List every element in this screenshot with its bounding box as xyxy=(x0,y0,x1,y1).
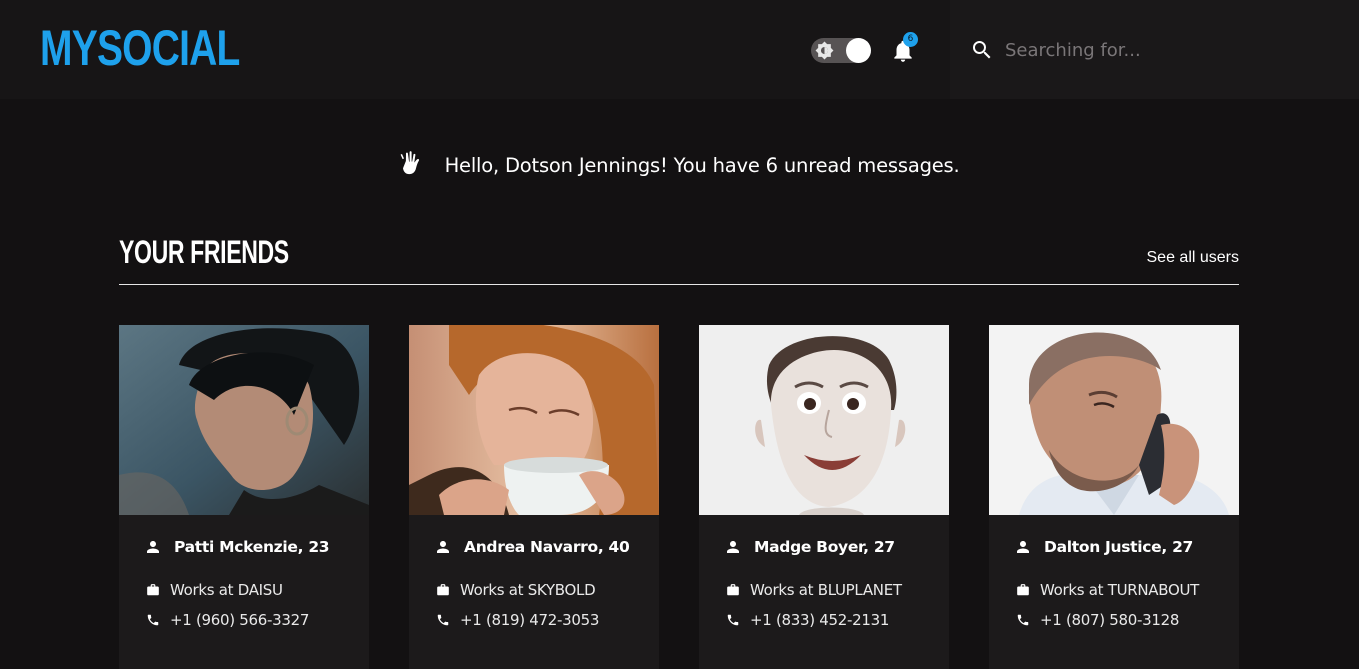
person-icon xyxy=(724,538,742,556)
friend-card[interactable]: Dalton Justice, 27 Works at TURNABOUT +1… xyxy=(989,325,1239,669)
section-divider xyxy=(119,284,1239,285)
top-header: MYSOCIAL 6 xyxy=(0,0,1359,99)
briefcase-icon xyxy=(1014,581,1032,599)
theme-toggle[interactable] xyxy=(811,38,871,63)
friend-name: Madge Boyer, 27 xyxy=(754,538,895,556)
friend-phone[interactable]: +1 (960) 566-3327 xyxy=(170,611,309,629)
friend-name: Dalton Justice, 27 xyxy=(1044,538,1194,556)
wave-hand-icon xyxy=(399,150,425,180)
friend-workplace: Works at TURNABOUT xyxy=(1040,581,1200,599)
friend-workplace: Works at BLUPLANET xyxy=(750,581,902,599)
notifications-button[interactable]: 6 xyxy=(890,32,918,64)
friend-phone[interactable]: +1 (833) 452-2131 xyxy=(750,611,889,629)
friend-photo xyxy=(699,325,949,515)
phone-icon xyxy=(1014,611,1032,629)
friend-phone[interactable]: +1 (819) 472-3053 xyxy=(460,611,599,629)
friend-photo xyxy=(409,325,659,515)
greeting-text: Hello, Dotson Jennings! You have 6 unrea… xyxy=(444,153,960,177)
app-logo[interactable]: MYSOCIAL xyxy=(40,20,240,76)
sun-icon xyxy=(815,41,834,60)
friend-card[interactable]: Madge Boyer, 27 Works at BLUPLANET +1 (8… xyxy=(699,325,949,669)
friend-card[interactable]: Patti Mckenzie, 23 Works at DAISU +1 (96… xyxy=(119,325,369,669)
greeting-banner: Hello, Dotson Jennings! You have 6 unrea… xyxy=(0,150,1359,186)
search-bar xyxy=(950,0,1359,99)
friend-name: Patti Mckenzie, 23 xyxy=(174,538,330,556)
friend-card[interactable]: Andrea Navarro, 40 Works at SKYBOLD +1 (… xyxy=(409,325,659,669)
friend-workplace: Works at DAISU xyxy=(170,581,283,599)
see-all-users-link[interactable]: See all users xyxy=(1147,249,1240,267)
friend-photo xyxy=(119,325,369,515)
briefcase-icon xyxy=(724,581,742,599)
person-icon xyxy=(434,538,452,556)
notification-badge: 6 xyxy=(903,32,918,47)
person-icon xyxy=(1014,538,1032,556)
briefcase-icon xyxy=(144,581,162,599)
briefcase-icon xyxy=(434,581,452,599)
friend-name: Andrea Navarro, 40 xyxy=(464,538,630,556)
toggle-knob xyxy=(846,38,871,63)
phone-icon xyxy=(724,611,742,629)
phone-icon xyxy=(144,611,162,629)
friend-photo xyxy=(989,325,1239,515)
phone-icon xyxy=(434,611,452,629)
section-title: YOUR FRIENDS xyxy=(119,234,289,270)
person-icon xyxy=(144,538,162,556)
search-icon[interactable] xyxy=(970,38,994,62)
friend-phone[interactable]: +1 (807) 580-3128 xyxy=(1040,611,1179,629)
search-input[interactable] xyxy=(1005,36,1325,64)
friend-workplace: Works at SKYBOLD xyxy=(460,581,596,599)
